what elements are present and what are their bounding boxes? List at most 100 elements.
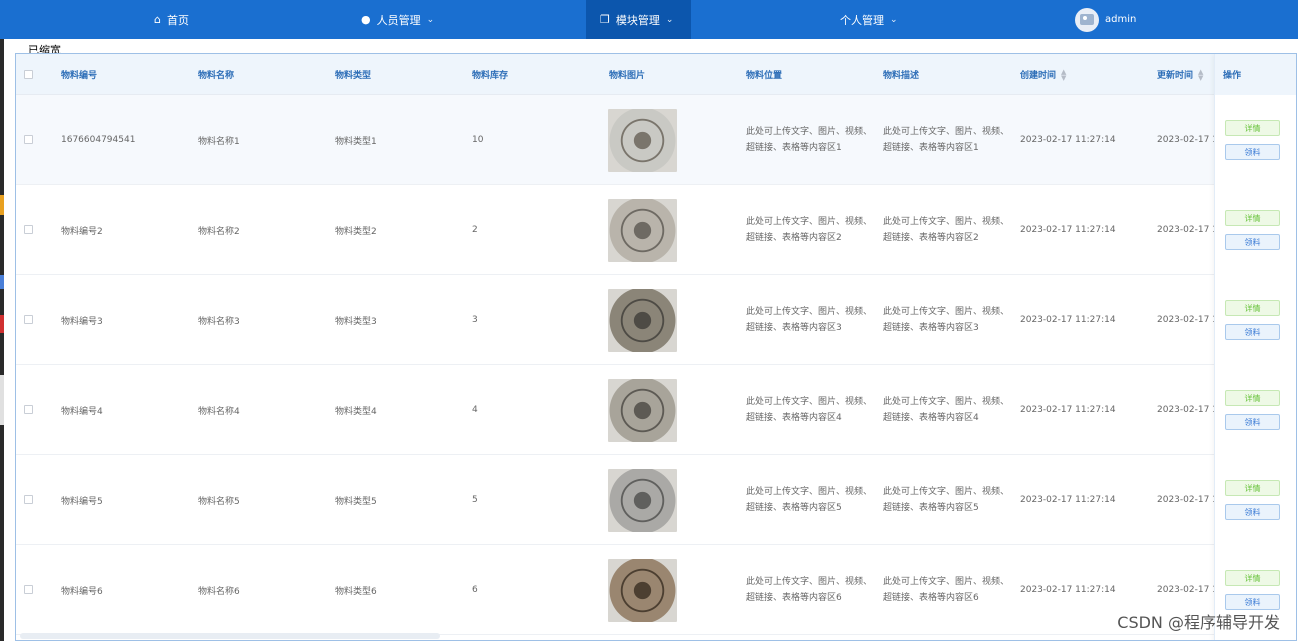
row-checkbox[interactable] — [24, 405, 33, 414]
select-all-checkbox[interactable] — [24, 70, 33, 79]
cell-code: 物料编号5 — [61, 496, 103, 507]
cell-updated: 2023-02-17 1 — [1157, 495, 1218, 505]
take-material-button[interactable]: 领料 — [1225, 324, 1280, 340]
th-name: 物料名称 — [198, 71, 235, 81]
th-code: 物料编号 — [61, 71, 98, 81]
cell-location: 此处可上传文字、图片、视频、超链接、表格等内容区5 — [746, 487, 873, 513]
cell-code: 物料编号4 — [61, 406, 103, 417]
cell-created: 2023-02-17 11:27:14 — [1020, 585, 1116, 595]
cell-created: 2023-02-17 11:27:14 — [1020, 495, 1116, 505]
cell-type: 物料类型1 — [335, 136, 377, 147]
th-stock: 物料库存 — [472, 71, 509, 81]
cell-name: 物料名称4 — [198, 406, 240, 417]
material-table: 物料编号 物料名称 物料类型 物料库存 物料图片 物料位置 物料描述 创建时间 … — [15, 53, 1297, 641]
detail-button[interactable]: 详情 — [1225, 300, 1280, 316]
detail-button[interactable]: 详情 — [1225, 210, 1280, 226]
cell-created: 2023-02-17 11:27:14 — [1020, 405, 1116, 415]
home-icon: ⌂ — [154, 13, 161, 26]
cell-type: 物料类型3 — [335, 316, 377, 327]
take-material-button[interactable]: 领料 — [1225, 234, 1280, 250]
nav-personal[interactable]: 个人管理 ⌄ — [840, 0, 898, 39]
row-checkbox[interactable] — [24, 135, 33, 144]
nav-personnel[interactable]: ● 人员管理 ⌄ — [361, 0, 434, 39]
th-type: 物料类型 — [335, 71, 372, 81]
cell-type: 物料类型6 — [335, 586, 377, 597]
detail-button[interactable]: 详情 — [1225, 480, 1280, 496]
cell-created: 2023-02-17 11:27:14 — [1020, 135, 1116, 145]
sort-icon[interactable]: ▲ ▼ — [1061, 68, 1066, 81]
operations-column: 操作 详情 领料 详情 领料 详情 领料 详情 领料 详情 领料 详情 领料 — [1214, 54, 1296, 640]
horizontal-scrollbar[interactable] — [20, 633, 440, 639]
cell-updated: 2023-02-17 1 — [1157, 225, 1218, 235]
row-checkbox[interactable] — [24, 315, 33, 324]
table-row: 物料编号6 物料名称6 物料类型6 6 此处可上传文字、图片、视频、超链接、表格等内容区… — [16, 545, 1296, 635]
material-image[interactable] — [608, 109, 677, 172]
user-menu[interactable]: admin — [1075, 0, 1136, 39]
top-nav: ⌂ 首页 ● 人员管理 ⌄ ❐ 模块管理 ⌄ 个人管理 ⌄ admin — [0, 0, 1298, 39]
th-desc: 物料描述 — [883, 71, 920, 81]
cell-type: 物料类型2 — [335, 226, 377, 237]
detail-button[interactable]: 详情 — [1225, 570, 1280, 586]
cell-desc: 此处可上传文字、图片、视频、超链接、表格等内容区4 — [883, 397, 1010, 423]
material-image[interactable] — [608, 289, 677, 352]
table-row: 物料编号4 物料名称4 物料类型4 4 此处可上传文字、图片、视频、超链接、表格等内容区… — [16, 365, 1296, 455]
cell-desc: 此处可上传文字、图片、视频、超链接、表格等内容区1 — [883, 127, 1010, 153]
cell-desc: 此处可上传文字、图片、视频、超链接、表格等内容区6 — [883, 577, 1010, 603]
take-material-button[interactable]: 领料 — [1225, 504, 1280, 520]
table-row: 1676604794541 物料名称1 物料类型1 10 此处可上传文字、图片、视频、超… — [16, 95, 1296, 185]
row-checkbox[interactable] — [24, 495, 33, 504]
cell-name: 物料名称3 — [198, 316, 240, 327]
th-image: 物料图片 — [609, 71, 646, 81]
table-header: 物料编号 物料名称 物料类型 物料库存 物料图片 物料位置 物料描述 创建时间 … — [16, 54, 1296, 95]
cell-code: 物料编号6 — [61, 586, 103, 597]
cell-location: 此处可上传文字、图片、视频、超链接、表格等内容区3 — [746, 307, 873, 333]
table-row: 物料编号2 物料名称2 物料类型2 2 此处可上传文字、图片、视频、超链接、表格等内容区… — [16, 185, 1296, 275]
cell-code: 物料编号3 — [61, 316, 103, 327]
take-material-button[interactable]: 领料 — [1225, 594, 1280, 610]
nav-home[interactable]: ⌂ 首页 — [154, 0, 189, 39]
material-image[interactable] — [608, 199, 677, 262]
cell-location: 此处可上传文字、图片、视频、超链接、表格等内容区1 — [746, 127, 873, 153]
watermark: CSDN @程序辅导开发 — [1117, 613, 1280, 632]
nav-module-label: 模块管理 — [615, 13, 660, 27]
cell-stock: 2 — [472, 225, 478, 235]
th-updated-label: 更新时间 — [1157, 71, 1194, 81]
nav-home-label: 首页 — [166, 13, 189, 27]
cell-updated: 2023-02-17 1 — [1157, 135, 1218, 145]
table-row: 物料编号3 物料名称3 物料类型3 3 此处可上传文字、图片、视频、超链接、表格等内容区… — [16, 275, 1296, 365]
nav-personnel-label: 人员管理 — [376, 13, 421, 27]
cell-name: 物料名称5 — [198, 496, 240, 507]
cell-location: 此处可上传文字、图片、视频、超链接、表格等内容区4 — [746, 397, 873, 423]
cell-name: 物料名称6 — [198, 586, 240, 597]
cell-updated: 2023-02-17 1 — [1157, 315, 1218, 325]
cell-desc: 此处可上传文字、图片、视频、超链接、表格等内容区2 — [883, 217, 1010, 243]
cell-name: 物料名称1 — [198, 136, 240, 147]
row-checkbox[interactable] — [24, 585, 33, 594]
table-row: 物料编号5 物料名称5 物料类型5 5 此处可上传文字、图片、视频、超链接、表格等内容区… — [16, 455, 1296, 545]
cell-stock: 10 — [472, 135, 484, 145]
cell-created: 2023-02-17 11:27:14 — [1020, 315, 1116, 325]
cell-type: 物料类型4 — [335, 406, 377, 417]
cell-desc: 此处可上传文字、图片、视频、超链接、表格等内容区3 — [883, 307, 1010, 333]
left-edge — [0, 39, 4, 641]
cell-code: 物料编号2 — [61, 226, 103, 237]
take-material-button[interactable]: 领料 — [1225, 144, 1280, 160]
user-icon: ● — [361, 13, 371, 26]
sort-icon[interactable]: ▲ ▼ — [1198, 68, 1203, 81]
take-material-button[interactable]: 领料 — [1225, 414, 1280, 430]
material-image[interactable] — [608, 379, 677, 442]
chevron-down-icon: ⌄ — [665, 14, 674, 25]
cell-stock: 4 — [472, 405, 478, 415]
th-location: 物料位置 — [746, 71, 783, 81]
th-created-label: 创建时间 — [1020, 71, 1057, 81]
avatar — [1075, 7, 1099, 32]
detail-button[interactable]: 详情 — [1225, 390, 1280, 406]
row-checkbox[interactable] — [24, 225, 33, 234]
th-updated[interactable]: 更新时间 ▲ ▼ — [1157, 54, 1203, 95]
material-image[interactable] — [608, 559, 677, 622]
th-created[interactable]: 创建时间 ▲ ▼ — [1020, 54, 1066, 95]
detail-button[interactable]: 详情 — [1225, 120, 1280, 136]
cell-location: 此处可上传文字、图片、视频、超链接、表格等内容区6 — [746, 577, 873, 603]
nav-module[interactable]: ❐ 模块管理 ⌄ — [586, 0, 691, 39]
material-image[interactable] — [608, 469, 677, 532]
